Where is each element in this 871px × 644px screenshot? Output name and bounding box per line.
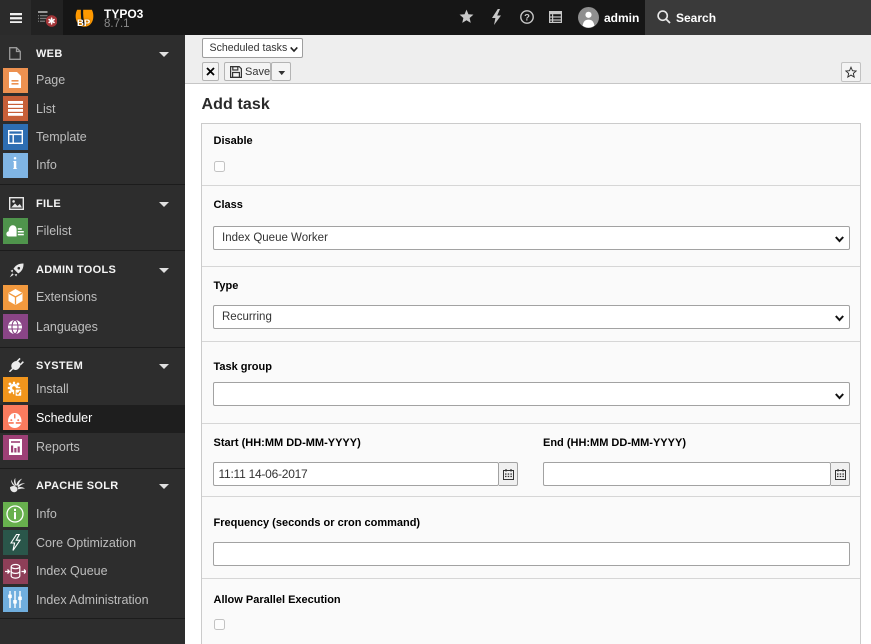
svg-text:?: ? [524, 12, 530, 23]
